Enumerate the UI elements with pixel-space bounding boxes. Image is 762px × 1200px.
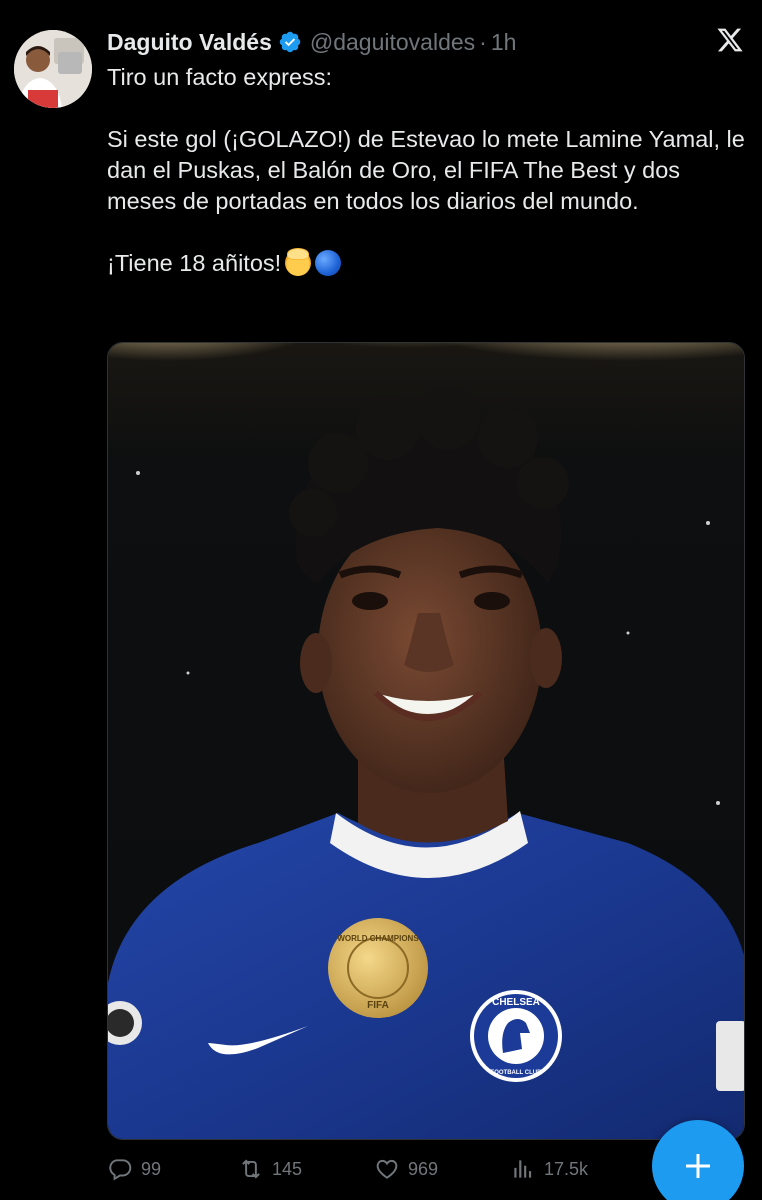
views-button[interactable]: 17.5k [510,1156,588,1182]
blue-circle-emoji [315,250,342,276]
tweet-image[interactable]: WORLD CHAMPIONS FIFA CHELSEA FOOTBALL CL… [107,342,745,1140]
crest-sub: FOOTBALL CLUB [491,1070,543,1076]
views-count: 17.5k [544,1158,589,1179]
like-count: 969 [408,1158,439,1179]
exploding-head-emoji [285,249,312,276]
tweet-action-bar: 99 145 969 17.5k [107,1152,747,1188]
views-icon [514,1160,532,1178]
repost-count: 145 [272,1158,303,1179]
verified-badge-icon [278,30,302,54]
author-handle[interactable]: @daguitovaldes [310,29,475,56]
reply-button[interactable]: 99 [107,1156,161,1182]
separator-dot: · [479,28,487,55]
author-avatar[interactable] [14,30,92,108]
tweet-timestamp[interactable]: 1h [491,29,517,56]
crest-text: CHELSEA [492,997,540,1008]
compose-plus-icon [686,1154,710,1178]
repost-icon [242,1159,260,1179]
tweet-paragraph-text: ¡Tiene 18 añitos! [107,250,282,276]
fifa-badge-text: WORLD CHAMPIONS [337,934,419,943]
repost-button[interactable]: 145 [238,1156,302,1182]
reply-count: 99 [141,1158,162,1179]
avatar-image [14,30,92,108]
like-button[interactable]: 969 [374,1156,438,1182]
player-photo: WORLD CHAMPIONS FIFA CHELSEA FOOTBALL CL… [108,343,744,1139]
tweet-paragraph: Tiro un facto express: [107,64,333,90]
fifa-badge-sub: FIFA [367,1000,389,1011]
tweet-body: Tiro un facto express: Si este gol (¡GOL… [107,62,747,279]
tweet-paragraph: Si este gol (¡GOLAZO!) de Estevao lo met… [107,126,745,214]
tweet-paragraph-last: ¡Tiene 18 añitos! [107,248,747,279]
tweet-header: Daguito Valdés @daguitovaldes · 1h [107,26,516,58]
reply-icon [109,1159,132,1181]
x-logo-icon[interactable] [716,26,744,54]
author-name[interactable]: Daguito Valdés [107,29,272,56]
like-icon [376,1159,398,1179]
